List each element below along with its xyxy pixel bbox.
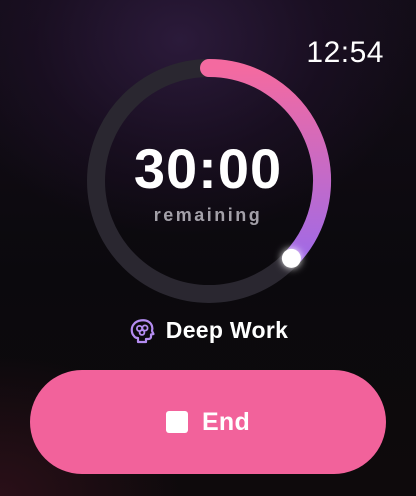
session-label: Deep Work	[165, 316, 289, 343]
brain-icon	[130, 319, 155, 344]
session-info: Deep Work	[0, 316, 416, 344]
timer-screen: 12:54 30:00 remaining Deep Work End	[0, 0, 416, 496]
stop-icon	[165, 411, 188, 433]
end-button[interactable]: End	[30, 370, 386, 474]
timer-progress-knob[interactable]	[281, 248, 301, 268]
timer-caption: remaining	[153, 205, 263, 225]
end-button-label: End	[201, 407, 251, 436]
timer-value: 30:00	[133, 137, 283, 200]
